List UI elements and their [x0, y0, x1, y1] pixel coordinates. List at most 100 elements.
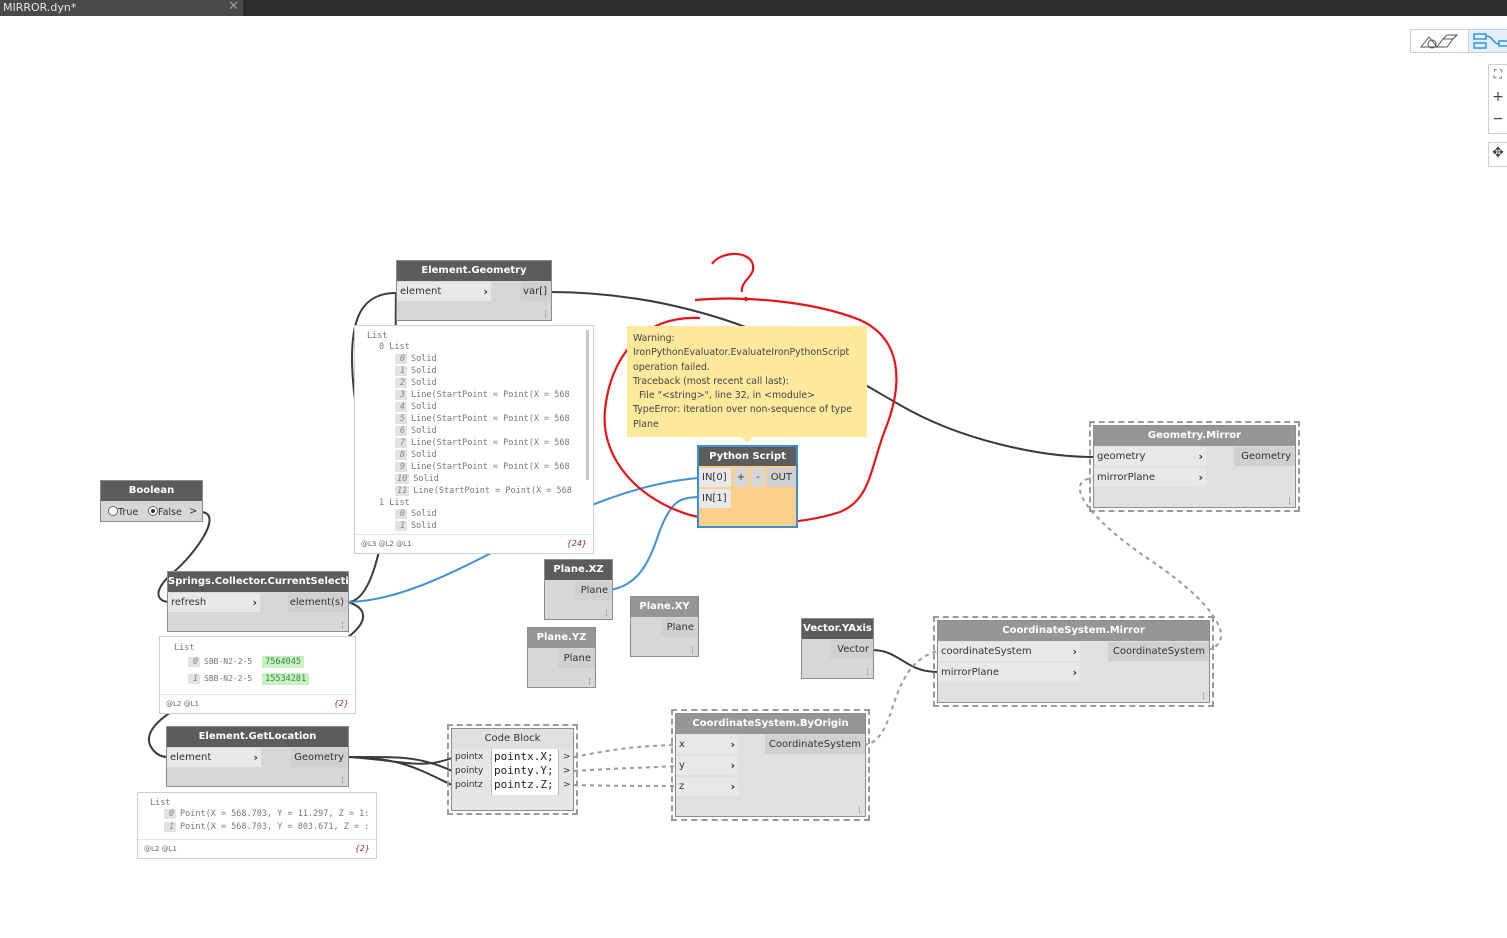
node-vector-yaxis[interactable]: Vector.YAxis Vector ¦	[801, 618, 874, 679]
chevron-right-icon: ›	[252, 596, 257, 609]
radio-true[interactable]: True	[108, 506, 138, 518]
port-in1[interactable]: IN[1]	[699, 489, 731, 508]
port-in0[interactable]: IN[0]	[699, 468, 731, 487]
port-mirrorplane[interactable]: mirrorPlane ›	[1094, 468, 1206, 487]
list-item: 10 Solid	[395, 474, 439, 484]
radio-label: False	[158, 507, 182, 518]
port-label: x	[679, 739, 685, 750]
scrollbar[interactable]	[586, 330, 589, 480]
resize-icon: ¦	[341, 620, 344, 629]
list-sub-0: 0 List	[379, 342, 410, 352]
zoom-out-icon[interactable]: −	[1489, 111, 1507, 127]
port-label: geometry	[1097, 451, 1146, 462]
node-cs-mirror[interactable]: CoordinateSystem.Mirror coordinateSystem…	[933, 616, 1214, 707]
geometry-view-icon[interactable]	[1417, 33, 1463, 51]
node-current-selection[interactable]: Springs.Collector.CurrentSelection refre…	[167, 571, 363, 632]
item-count: {2}	[333, 699, 349, 708]
node-element-geometry[interactable]: Element.Geometry element › var[] ¦	[396, 260, 552, 321]
warning-tooltip: Warning: IronPythonEvaluator.EvaluateIron…	[627, 326, 867, 443]
port-label: element	[170, 752, 212, 763]
port-cs-out[interactable]: CoordinateSystem	[1108, 642, 1209, 661]
item-count: {24}	[566, 539, 587, 548]
node-python-script[interactable]: Python Script IN[0] IN[1] + - OUT	[697, 445, 798, 528]
node-title: Element.Geometry	[397, 261, 551, 281]
graph-view-icon[interactable]	[1468, 30, 1507, 52]
port-z[interactable]: z ›	[676, 777, 738, 796]
input-label[interactable]: pointz	[455, 780, 483, 790]
remove-input-button[interactable]: -	[751, 468, 765, 487]
zoom-in-icon[interactable]: +	[1489, 89, 1507, 105]
warning-message: Warning: IronPythonEvaluator.EvaluateIron…	[633, 332, 861, 432]
node-title: Vector.YAxis	[802, 619, 873, 639]
node-title: Python Script	[699, 447, 796, 466]
port-element[interactable]: element ›	[167, 748, 261, 767]
input-label[interactable]: pointy	[455, 766, 483, 776]
node-element-getlocation[interactable]: Element.GetLocation element › Geometry ¦	[166, 726, 349, 787]
node-plane-xz[interactable]: Plane.XZ Plane ¦	[544, 559, 613, 620]
view-toggle	[1410, 29, 1507, 53]
list-item: 0 Solid	[395, 509, 437, 519]
tooltip-arrow	[741, 437, 753, 443]
node-title: Plane.XZ	[545, 560, 612, 580]
list-item: 1 SBB-N2-2-5 15534281	[188, 673, 310, 685]
preview-footer: @L2 @L1 {2}	[160, 694, 355, 713]
node-title: CoordinateSystem.Mirror	[938, 621, 1209, 641]
node-geometry-mirror[interactable]: Geometry.Mirror geometry › mirrorPlane › G…	[1089, 421, 1300, 512]
radio-label: True	[118, 507, 139, 518]
port-elements[interactable]: element(s)	[288, 593, 348, 612]
port-refresh[interactable]: refresh ›	[168, 593, 260, 612]
pan-icon[interactable]: ✥	[1489, 145, 1507, 161]
node-title: Geometry.Mirror	[1094, 426, 1295, 446]
node-title: Boolean	[101, 481, 202, 501]
list-header: List	[367, 331, 388, 341]
output-port[interactable]: >	[563, 766, 571, 776]
list-item: 4 Solid	[395, 402, 437, 412]
zoom-fit-icon[interactable]: ⛶	[1489, 67, 1507, 82]
port-plane[interactable]: Plane	[661, 618, 698, 637]
port-out[interactable]: OUT	[767, 468, 796, 487]
output-port[interactable]: >	[563, 780, 571, 790]
list-header: List	[174, 643, 195, 653]
warning-line: IronPythonEvaluator.EvaluateIronPythonSc…	[633, 347, 850, 359]
code-editor[interactable]: pointx.X; pointy.Y; pointz.Z;	[491, 749, 559, 795]
port-element[interactable]: element ›	[397, 282, 491, 301]
wire-y-dashed	[573, 765, 677, 772]
list-item: 5 Line(StartPoint = Point(X = 568	[395, 414, 570, 424]
list-header: List	[150, 798, 171, 808]
annotation-question-mark	[711, 252, 755, 293]
node-boolean[interactable]: Boolean True False >	[100, 480, 203, 522]
list-item: 0 Point(X = 568.703, Y = 11.297, Z = 1:	[164, 809, 369, 819]
add-input-button[interactable]: +	[734, 468, 748, 487]
port-coordinatesystem[interactable]: coordinateSystem ›	[938, 642, 1080, 661]
port-geometry[interactable]: Geometry	[291, 748, 348, 767]
port-vector[interactable]: Vector	[830, 640, 873, 659]
node-plane-xy[interactable]: Plane.XY Plane ¦	[630, 596, 699, 657]
node-plane-yz[interactable]: Plane.YZ Plane ¦	[527, 627, 596, 688]
input-label[interactable]: pointx	[455, 752, 483, 762]
radio-false[interactable]: False	[148, 506, 182, 518]
port-plane[interactable]: Plane	[558, 649, 595, 668]
node-title: Springs.Collector.CurrentSelection	[168, 572, 363, 592]
output-port[interactable]: >	[563, 752, 571, 762]
warning-line: Plane	[633, 418, 659, 430]
node-cs-byorigin[interactable]: CoordinateSystem.ByOrigin x › y › z › Coord…	[671, 709, 870, 821]
port-geometry[interactable]: geometry ›	[1094, 447, 1206, 466]
node-code-block[interactable]: Code Block pointx pointy pointz pointx.X…	[447, 724, 578, 815]
resize-icon: ¦	[605, 608, 608, 617]
resize-icon: ¦	[691, 645, 694, 654]
port-mirrorplane[interactable]: mirrorPlane ›	[938, 663, 1080, 682]
port-x[interactable]: x ›	[676, 735, 738, 754]
port-plane[interactable]: Plane	[575, 581, 612, 600]
wire-z-dashed	[573, 784, 677, 787]
port-var[interactable]: var[]	[521, 282, 551, 301]
list-levels: @L2 @L1	[144, 845, 177, 853]
chevron-right-icon: ›	[253, 751, 258, 764]
preview-element-getlocation[interactable]: List 0 Point(X = 568.703, Y = 11.297, Z =…	[137, 792, 377, 859]
preview-current-selection[interactable]: List 0 SBB-N2-2-5 7564045 1 SBB-N2-2-5 15534…	[159, 636, 356, 714]
preview-element-geometry[interactable]: List 0 List 0 Solid 1 Solid 2 Solid 3 Line(Star…	[354, 325, 594, 554]
port-cs-out[interactable]: CoordinateSystem	[765, 735, 865, 754]
resize-icon: ¦	[544, 309, 547, 318]
port-geometry-out[interactable]: Geometry	[1234, 447, 1295, 466]
port-y[interactable]: y ›	[676, 756, 738, 775]
port-out[interactable]: >	[189, 506, 197, 517]
